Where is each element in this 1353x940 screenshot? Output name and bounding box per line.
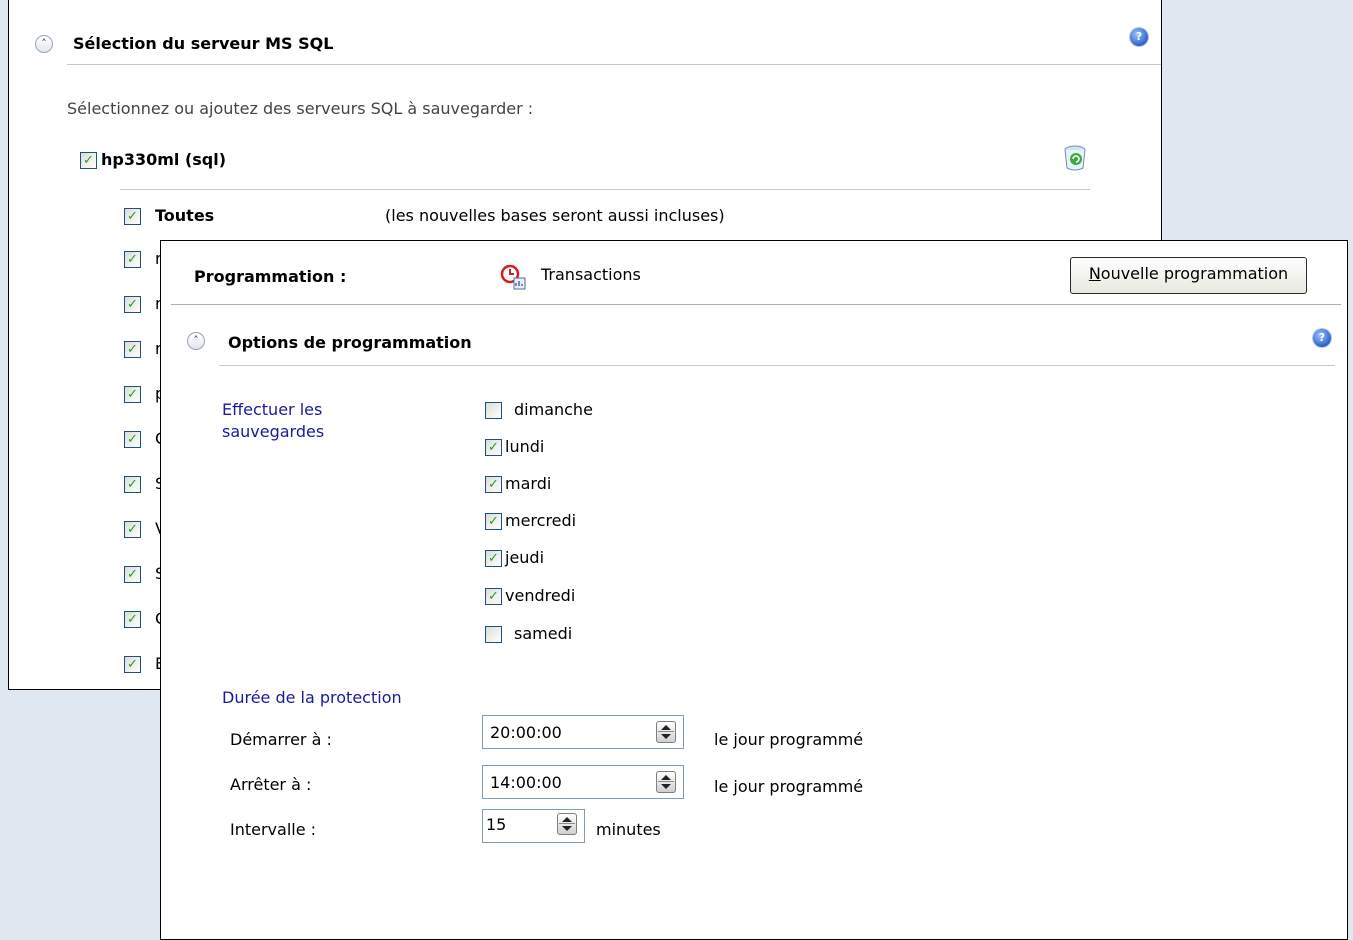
database-checkbox[interactable]: ✓	[124, 566, 141, 583]
stop-time-value[interactable]: 14:00:00	[490, 773, 562, 792]
new-schedule-button[interactable]: Nouvelle programmation	[1070, 257, 1307, 294]
programmation-label: Programmation :	[194, 267, 347, 286]
stop-time-spinner[interactable]	[656, 771, 676, 793]
database-checkbox[interactable]: ✓	[124, 611, 141, 628]
start-time-spinner[interactable]	[656, 721, 676, 743]
database-checkbox[interactable]: ✓	[124, 386, 141, 403]
database-checkbox-all[interactable]: ✓	[124, 208, 141, 225]
stop-label: Arrêter à :	[230, 775, 312, 794]
checkbox-sunday[interactable]	[485, 402, 502, 419]
day-label-thursday: jeudi	[505, 548, 545, 567]
stop-suffix: le jour programmé	[714, 777, 864, 796]
checkbox-wednesday[interactable]: ✓	[485, 513, 502, 530]
database-checkbox[interactable]: ✓	[124, 476, 141, 493]
collapse-icon[interactable]: ˄	[187, 332, 205, 350]
start-time-value[interactable]: 20:00:00	[490, 723, 562, 742]
database-checkbox[interactable]: ✓	[124, 251, 141, 268]
checkbox-tuesday[interactable]: ✓	[485, 476, 502, 493]
interval-suffix: minutes	[596, 820, 661, 839]
database-checkbox[interactable]: ✓	[124, 431, 141, 448]
database-checkbox[interactable]: ✓	[124, 341, 141, 358]
divider	[219, 365, 1335, 366]
section-title: Sélection du serveur MS SQL	[73, 34, 334, 53]
collapse-icon[interactable]: ˄	[35, 35, 53, 53]
refresh-server-icon[interactable]	[1062, 144, 1088, 172]
database-checkbox[interactable]: ✓	[124, 521, 141, 538]
start-label: Démarrer à :	[230, 730, 332, 749]
checkbox-thursday[interactable]: ✓	[485, 550, 502, 567]
day-label-sunday: dimanche	[514, 400, 593, 419]
perform-backups-label: Effectuer les sauvegardes	[222, 400, 325, 441]
divider	[67, 64, 1161, 65]
help-icon[interactable]: ?	[1313, 329, 1331, 347]
options-title: Options de programmation	[228, 333, 472, 352]
server-label: hp330ml (sql)	[101, 150, 227, 169]
day-label-tuesday: mardi	[505, 474, 552, 493]
start-suffix: le jour programmé	[714, 730, 864, 749]
help-icon[interactable]: ?	[1130, 28, 1148, 46]
stop-time-field[interactable]: 14:00:00	[482, 765, 684, 799]
interval-spinner[interactable]	[557, 813, 577, 835]
protection-title: Durée de la protection	[222, 688, 402, 707]
database-note: (les nouvelles bases seront aussi inclus…	[385, 206, 725, 225]
interval-value[interactable]: 15	[486, 815, 506, 834]
divider	[171, 304, 1341, 305]
interval-field[interactable]: 15	[482, 809, 585, 843]
instruction-text: Sélectionnez ou ajoutez des serveurs SQL…	[67, 99, 534, 118]
start-time-field[interactable]: 20:00:00	[482, 715, 684, 749]
checkbox-monday[interactable]: ✓	[485, 439, 502, 456]
schedule-options-panel: Programmation : Transactions Nouvelle pr…	[160, 240, 1348, 940]
schedule-type: Transactions	[541, 265, 641, 284]
transactions-schedule-icon	[500, 263, 526, 291]
interval-label: Intervalle :	[230, 820, 317, 839]
checkbox-saturday[interactable]	[485, 626, 502, 643]
day-label-friday: vendredi	[505, 586, 576, 605]
day-label-wednesday: mercredi	[505, 511, 577, 530]
divider	[120, 189, 1090, 190]
server-checkbox[interactable]: ✓	[80, 152, 97, 169]
checkbox-friday[interactable]: ✓	[485, 588, 502, 605]
database-checkbox[interactable]: ✓	[124, 296, 141, 313]
day-label-saturday: samedi	[514, 624, 573, 643]
database-checkbox[interactable]: ✓	[124, 656, 141, 673]
database-label-all: Toutes	[155, 206, 215, 225]
day-label-monday: lundi	[505, 437, 545, 456]
